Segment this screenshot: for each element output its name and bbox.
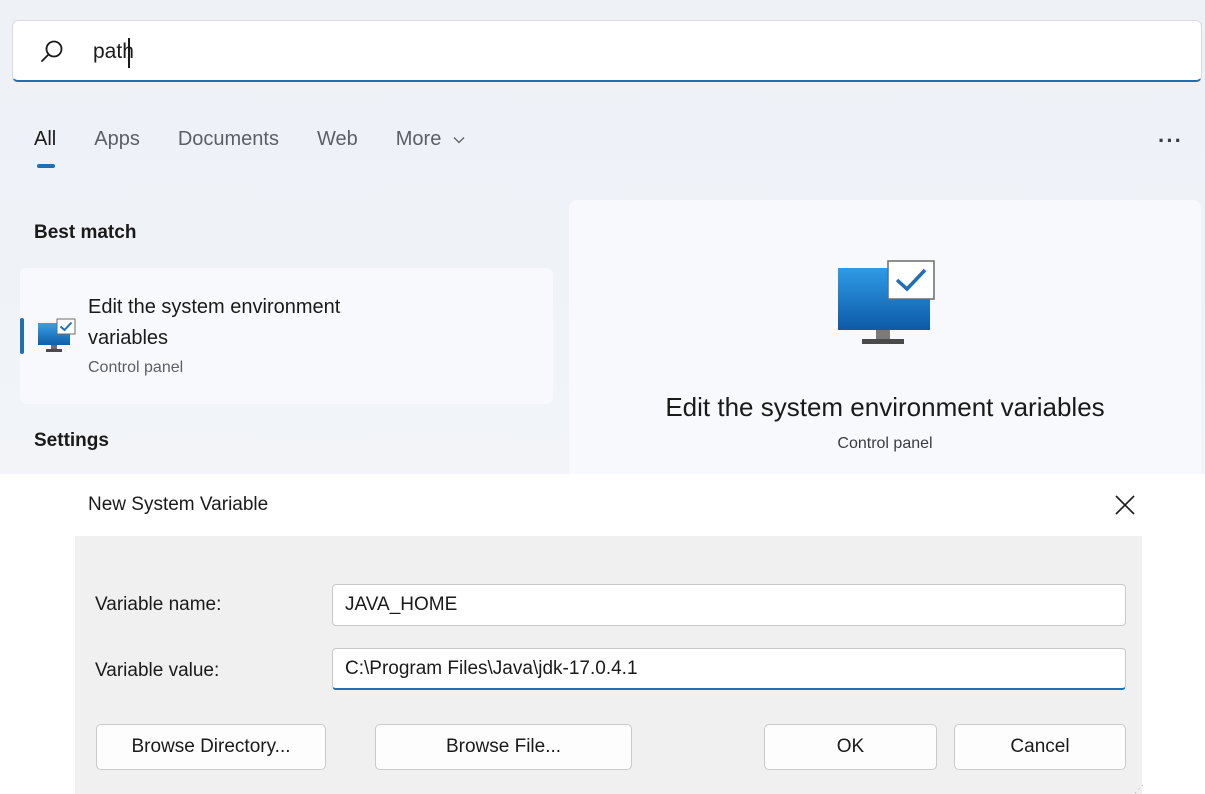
best-match-result[interactable]: Edit the system environment variables Co… [20, 268, 553, 404]
preview-subtitle: Control panel [837, 435, 933, 452]
tab-documents-label: Documents [177, 128, 279, 150]
preview-title: Edit the system environment variables [665, 392, 1105, 422]
result-title: Edit the system environment variables [88, 296, 341, 349]
active-tab-indicator [37, 164, 55, 168]
variable-name-input[interactable] [332, 584, 1126, 626]
tab-all-label: All [34, 128, 57, 150]
new-system-variable-dialog: New System Variable Variable name: Varia… [0, 474, 1205, 794]
result-subtitle: Control panel [88, 359, 184, 376]
tab-web[interactable]: Web [317, 128, 358, 176]
tab-apps-label: Apps [94, 128, 140, 150]
dialog-body: Variable name: Variable value: Browse Di… [75, 536, 1142, 794]
settings-heading: Settings [34, 430, 109, 451]
close-icon[interactable] [1112, 492, 1138, 518]
resize-grip-icon[interactable]: ⋰ [1134, 784, 1144, 794]
more-options-button[interactable]: ··· [1158, 128, 1183, 154]
dialog-title: New System Variable [88, 494, 269, 515]
tab-all[interactable]: All [34, 128, 56, 176]
selection-indicator [20, 318, 24, 354]
browse-directory-button[interactable]: Browse Directory... [96, 724, 326, 770]
chevron-down-icon [453, 136, 465, 144]
tab-more-label: More [395, 128, 442, 150]
tab-web-label: Web [316, 128, 358, 150]
search-box[interactable] [12, 20, 1202, 82]
variable-value-label: Variable value: [95, 660, 220, 681]
best-match-heading: Best match [34, 222, 137, 243]
variable-name-label: Variable name: [95, 594, 222, 615]
variable-value-input[interactable] [332, 648, 1126, 690]
search-input[interactable] [93, 37, 1153, 67]
preview-pane: Edit the system environment variables Co… [569, 200, 1201, 474]
filter-tabs: All Apps Documents Web More [34, 128, 503, 176]
tab-apps[interactable]: Apps [94, 128, 140, 176]
tab-documents[interactable]: Documents [178, 128, 279, 176]
browse-file-button[interactable]: Browse File... [375, 724, 632, 770]
search-icon [41, 40, 63, 62]
tab-more[interactable]: More [396, 128, 465, 176]
text-cursor [128, 38, 130, 68]
ok-button[interactable]: OK [764, 724, 937, 770]
cancel-button[interactable]: Cancel [954, 724, 1126, 770]
search-panel: All Apps Documents Web More ··· Best mat… [0, 0, 1205, 474]
monitor-check-icon [838, 260, 935, 344]
monitor-check-icon [38, 318, 76, 352]
